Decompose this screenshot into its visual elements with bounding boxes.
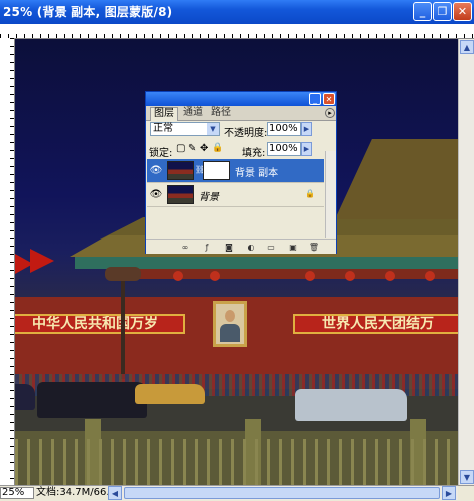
- opacity-label: 不透明度:: [224, 128, 268, 139]
- tab-channels[interactable]: 通道: [180, 107, 206, 120]
- window-title: 25% (背景 副本, 图层蒙版/8): [3, 5, 173, 19]
- tab-paths[interactable]: 路径: [208, 107, 234, 120]
- lantern-1: [173, 271, 183, 281]
- lantern-3: [305, 271, 315, 281]
- title-bar[interactable]: 25% (背景 副本, 图层蒙版/8) _ ❐ ✕: [0, 0, 474, 24]
- palette-title-bar[interactable]: _ ✕: [146, 92, 336, 106]
- minimize-icon[interactable]: _: [413, 2, 432, 21]
- fill-input[interactable]: 100%: [267, 142, 301, 156]
- lantern-5: [385, 271, 395, 281]
- zoom-input[interactable]: 25%: [0, 487, 34, 499]
- lock-label: 锁定:: [149, 148, 173, 159]
- tab-layers[interactable]: 图层: [150, 107, 178, 121]
- lantern-4: [345, 271, 355, 281]
- lock-move-icon[interactable]: ✥: [200, 143, 208, 154]
- fill-slider-arrow-icon[interactable]: ▶: [301, 142, 312, 156]
- railing-bars: [15, 439, 458, 485]
- delete-layer-icon[interactable]: 🗑: [309, 242, 319, 252]
- banner-left: 中华人民共和国万岁: [15, 314, 185, 334]
- scroll-up-icon[interactable]: ▲: [460, 40, 474, 54]
- document-window: 25% (背景 副本, 图层蒙版/8) _ ❐ ✕ 中华人民共和国万岁 世界人民…: [0, 0, 474, 501]
- lantern-6: [425, 271, 435, 281]
- white-car: [295, 389, 407, 421]
- new-group-icon[interactable]: ▭: [266, 242, 276, 252]
- red-flag-2: [30, 249, 54, 273]
- left-car: [15, 384, 35, 410]
- lamp-head: [105, 267, 141, 281]
- add-mask-icon[interactable]: ◙: [224, 242, 234, 252]
- layer-row-background[interactable]: 👁 背景 🔒: [147, 183, 324, 207]
- scroll-left-icon[interactable]: ◀: [108, 486, 122, 500]
- new-layer-icon[interactable]: ▣: [288, 242, 298, 252]
- layer-thumbnail: [167, 161, 194, 180]
- blend-mode-select[interactable]: 正常 ▼: [150, 122, 220, 136]
- portrait: [213, 301, 247, 347]
- layer-thumbnail: [167, 185, 194, 204]
- palette-bottom-bar: ∞ ƒ ◙ ◐ ▭ ▣ 🗑: [146, 239, 336, 254]
- lock-row: 锁定: ▢ ✎ ✥ 🔒 填充: 100% ▶: [146, 142, 336, 159]
- palette-tabs: 图层 通道 路径 ▸: [146, 106, 336, 121]
- blend-mode-value: 正常: [153, 123, 173, 134]
- opacity-slider-arrow-icon[interactable]: ▶: [301, 122, 312, 136]
- palette-scrollbar[interactable]: [325, 151, 336, 238]
- link-layers-icon[interactable]: ∞: [180, 242, 190, 252]
- lock-icon: 🔒: [305, 189, 315, 198]
- layer-name: 背景: [199, 192, 219, 203]
- palette-close-icon[interactable]: ✕: [323, 93, 335, 105]
- scroll-right-icon[interactable]: ▶: [442, 486, 456, 500]
- horizontal-scroll-thumb[interactable]: [124, 487, 440, 499]
- layer-style-icon[interactable]: ƒ: [202, 242, 212, 252]
- vertical-scrollbar[interactable]: ▲ ▼: [458, 39, 474, 485]
- close-icon[interactable]: ✕: [453, 2, 472, 21]
- layer-name: 背景 副本: [235, 168, 279, 179]
- scroll-down-icon[interactable]: ▼: [460, 470, 474, 484]
- chevron-down-icon: ▼: [207, 123, 219, 135]
- vertical-ruler[interactable]: [0, 38, 15, 485]
- fill-label: 填充:: [242, 148, 266, 159]
- dark-car: [37, 382, 147, 418]
- status-bar: 25% 文档:34.7M/66.8M ◀ ▶: [0, 485, 474, 501]
- eye-icon[interactable]: 👁: [149, 188, 163, 200]
- gate-roof-top: [335, 139, 458, 219]
- palette-menu-icon[interactable]: ▸: [325, 108, 335, 118]
- palette-minimize-icon[interactable]: _: [309, 93, 321, 105]
- eye-icon[interactable]: 👁: [149, 164, 163, 176]
- yellow-car: [135, 384, 205, 404]
- opacity-input[interactable]: 100%: [267, 122, 301, 136]
- layer-row-background-copy[interactable]: 👁 ⛓ 背景 副本: [147, 159, 324, 183]
- layer-mask-thumbnail[interactable]: [203, 161, 230, 180]
- horizontal-scrollbar[interactable]: ◀ ▶: [108, 486, 458, 500]
- lock-all-icon[interactable]: 🔒: [212, 143, 223, 153]
- banner-right: 世界人民大团结万: [293, 314, 458, 334]
- layers-palette: _ ✕ 图层 通道 路径 ▸ 正常 ▼ 不透明度: 100% ▶ 锁定: ▢ ✎…: [145, 91, 337, 254]
- blend-row: 正常 ▼ 不透明度: 100% ▶: [146, 122, 336, 139]
- lamp-post: [121, 269, 125, 379]
- restore-icon[interactable]: ❐: [433, 2, 452, 21]
- lock-transparency-icon[interactable]: ▢: [176, 143, 185, 154]
- adjustment-layer-icon[interactable]: ◐: [246, 242, 256, 252]
- lock-paint-icon[interactable]: ✎: [188, 143, 196, 154]
- lantern-2: [210, 271, 220, 281]
- horizontal-ruler[interactable]: [0, 24, 474, 39]
- doc-size-readout[interactable]: 文档:34.7M/66.8M: [36, 487, 125, 499]
